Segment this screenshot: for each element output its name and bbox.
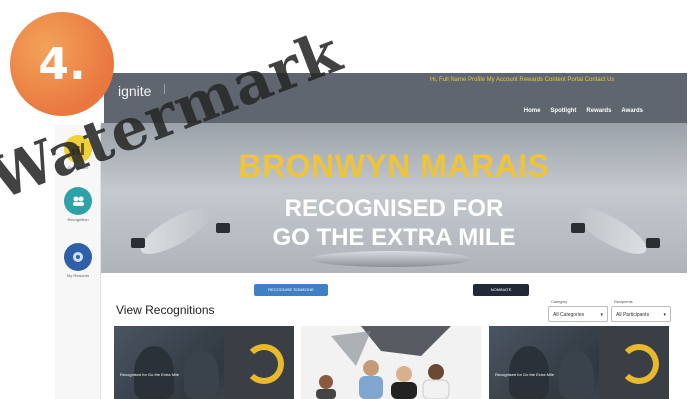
stage-platform — [311, 251, 471, 267]
gift-icon — [64, 243, 92, 271]
nav-home[interactable]: Home — [524, 108, 541, 114]
filter-label: Category — [551, 299, 568, 304]
screenshot-frame: 4. ignite Hi, Full Name Profile My Accou… — [0, 0, 691, 399]
step-badge: 4. — [10, 12, 114, 116]
step-number: 4. — [38, 38, 86, 90]
recognition-card[interactable]: Recognised for Go the Extra Mile — [114, 326, 294, 399]
recipients-select[interactable]: All Participants ▾ — [611, 306, 671, 322]
recognise-button[interactable]: RECOGNISE SOMEONE — [254, 284, 328, 296]
banner-line2: GO THE EXTRA MILE — [272, 224, 516, 251]
main-nav: Home Spotlight Rewards Awards — [524, 108, 643, 114]
rail-label: My Rewards — [66, 273, 90, 278]
nominate-button[interactable]: NOMINATE — [473, 284, 529, 296]
section-title: View Recognitions — [116, 303, 215, 317]
category-select[interactable]: All Categories ▾ — [548, 306, 608, 322]
nav-spotlight[interactable]: Spotlight — [550, 108, 576, 114]
award-graphic — [224, 326, 294, 399]
nav-awards[interactable]: Awards — [621, 108, 643, 114]
banner-line1: RECOGNISED FOR — [284, 195, 504, 222]
main-content: RECOGNISE SOMEONE NOMINATE View Recognit… — [101, 273, 687, 399]
card-caption: Recognised for Go the Extra Mile — [495, 372, 554, 377]
nav-rewards[interactable]: Rewards — [586, 108, 611, 114]
banner-name: BRONWYN MARAIS — [238, 148, 550, 184]
recognition-card[interactable] — [301, 326, 481, 399]
card-caption: Recognised for Go the Extra Mile — [120, 372, 179, 377]
recognition-card[interactable]: Recognised for Go the Extra Mile — [489, 326, 669, 399]
award-graphic — [599, 326, 669, 399]
team-photo — [316, 326, 451, 399]
rail-item-rewards[interactable]: My Rewards — [61, 243, 95, 278]
chevron-down-icon: ▾ — [600, 312, 603, 318]
rail-label: Recognition — [67, 217, 89, 222]
rail-item-recognition[interactable]: Recognition — [61, 187, 95, 222]
filter-label: Recipients — [614, 299, 633, 304]
chevron-down-icon: ▾ — [663, 312, 666, 318]
recognition-banner: BRONWYN MARAIS RECOGNISED FOR GO THE EXT… — [101, 123, 687, 273]
select-value: All Participants — [616, 312, 650, 318]
top-links[interactable]: Hi, Full Name Profile My Account Rewards… — [430, 77, 614, 83]
people-icon — [64, 187, 92, 215]
select-value: All Categories — [553, 312, 585, 318]
